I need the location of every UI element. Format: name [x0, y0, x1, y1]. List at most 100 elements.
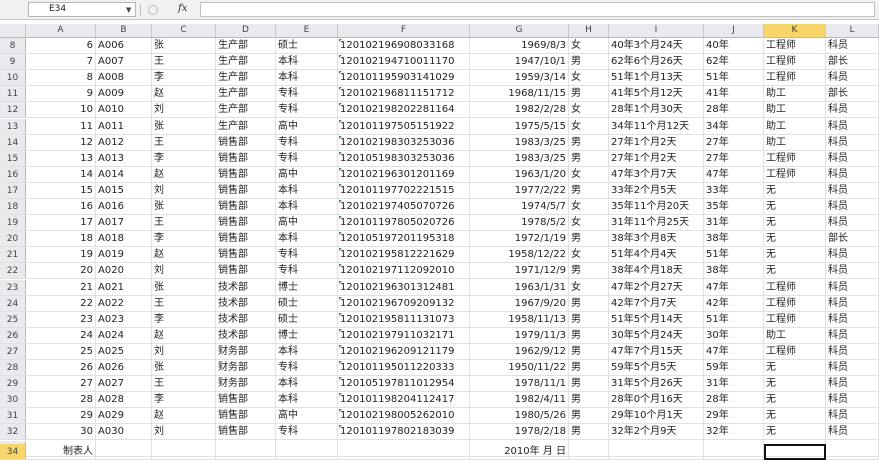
cell-l[interactable]: 科员	[828, 119, 876, 134]
cell-g[interactable]: 1978/5/2	[472, 215, 566, 230]
cell-b[interactable]: A009	[98, 86, 149, 101]
cell-a[interactable]: 25	[28, 344, 93, 359]
cell-k[interactable]: 工程师	[766, 280, 823, 295]
cell-e[interactable]: 高中	[278, 119, 335, 134]
row-header[interactable]: 32	[0, 424, 26, 440]
cell-a[interactable]: 29	[28, 408, 93, 423]
cell-b[interactable]: A020	[98, 263, 149, 278]
cell-h[interactable]: 女	[571, 38, 606, 53]
cell-f[interactable]: 120102196709209132	[340, 296, 467, 311]
cell-a[interactable]: 13	[28, 151, 93, 166]
cell-h[interactable]: 女	[571, 119, 606, 134]
cell-e[interactable]: 硕士	[278, 312, 335, 327]
cell-f[interactable]: 120101195011220333	[340, 360, 467, 375]
cell-d[interactable]: 销售部	[218, 167, 273, 182]
cell-d[interactable]: 技术部	[218, 312, 273, 327]
cell-d[interactable]: 销售部	[218, 247, 273, 262]
column-header-a[interactable]: A	[26, 24, 96, 37]
cell-b[interactable]: A011	[98, 119, 149, 134]
cell-l[interactable]: 科员	[828, 360, 876, 375]
cell-b[interactable]: A026	[98, 360, 149, 375]
cell-e[interactable]: 本科	[278, 392, 335, 407]
cell-c[interactable]: 刘	[154, 424, 213, 439]
cell-a[interactable]: 16	[28, 199, 93, 214]
cell-h[interactable]: 女	[571, 70, 606, 85]
cell-g[interactable]: 2010年 月 日	[472, 444, 566, 459]
cell-k[interactable]: 助工	[766, 102, 823, 117]
cell-g[interactable]: 1983/3/25	[472, 151, 566, 166]
cell-a[interactable]: 6	[28, 38, 93, 53]
cell-f[interactable]: 120105197201195318	[340, 231, 467, 246]
cell-g[interactable]: 1947/10/1	[472, 54, 566, 69]
cell-h[interactable]: 女	[571, 199, 606, 214]
cell-h[interactable]: 女	[571, 280, 606, 295]
cell-d[interactable]: 销售部	[218, 231, 273, 246]
cell-l[interactable]: 科员	[828, 424, 876, 439]
cell-g[interactable]: 1958/12/22	[472, 247, 566, 262]
cell-k[interactable]: 无	[766, 360, 823, 375]
cell-b[interactable]: A027	[98, 376, 149, 391]
cell-i[interactable]: 51年5个月14天	[611, 312, 701, 327]
cell-d[interactable]: 销售部	[218, 408, 273, 423]
row-header[interactable]: 29	[0, 376, 26, 392]
cell-k[interactable]: 工程师	[766, 344, 823, 359]
cell-f[interactable]: 120101198204112417	[340, 392, 467, 407]
row-header[interactable]: 13	[0, 118, 26, 134]
cell-g[interactable]: 1972/1/19	[472, 231, 566, 246]
cell-d[interactable]: 财务部	[218, 344, 273, 359]
cell-f[interactable]: 120102198303253036	[340, 135, 467, 150]
cell-g[interactable]: 1962/9/12	[472, 344, 566, 359]
cell-k[interactable]: 无	[766, 183, 823, 198]
column-header-i[interactable]: I	[609, 24, 704, 37]
cell-e[interactable]: 高中	[278, 215, 335, 230]
cell-a[interactable]: 17	[28, 215, 93, 230]
cell-k[interactable]: 无	[766, 424, 823, 439]
cell-d[interactable]: 生产部	[218, 119, 273, 134]
cell-i[interactable]: 41年5个月12天	[611, 86, 701, 101]
cell-b[interactable]: A025	[98, 344, 149, 359]
cell-a[interactable]: 22	[28, 296, 93, 311]
cell-i[interactable]: 38年3个月8天	[611, 231, 701, 246]
cell-h[interactable]: 女	[571, 215, 606, 230]
cell-l[interactable]: 科员	[828, 344, 876, 359]
cell-d[interactable]: 销售部	[218, 151, 273, 166]
cell-a[interactable]: 14	[28, 167, 93, 182]
cell-a[interactable]: 24	[28, 328, 93, 343]
cell-b[interactable]: A007	[98, 54, 149, 69]
cell-g[interactable]: 1982/2/28	[472, 102, 566, 117]
cell-h[interactable]: 男	[571, 263, 606, 278]
cell-c[interactable]: 刘	[154, 102, 213, 117]
cell-b[interactable]: A008	[98, 70, 149, 85]
cell-j[interactable]: 51年	[706, 312, 761, 327]
row-header[interactable]: 22	[0, 263, 26, 279]
cell-j[interactable]: 31年	[706, 215, 761, 230]
cell-d[interactable]: 销售部	[218, 424, 273, 439]
cell-j[interactable]: 47年	[706, 344, 761, 359]
cell-l[interactable]: 科员	[828, 70, 876, 85]
cell-k[interactable]: 工程师	[766, 70, 823, 85]
cell-a[interactable]: 30	[28, 424, 93, 439]
row-header[interactable]: 34	[0, 444, 26, 459]
cell-i[interactable]: 51年1个月13天	[611, 70, 701, 85]
cell-d[interactable]: 生产部	[218, 70, 273, 85]
cell-e[interactable]: 专科	[278, 102, 335, 117]
cell-e[interactable]: 本科	[278, 70, 335, 85]
cell-i[interactable]: 28年1个月30天	[611, 102, 701, 117]
cell-h[interactable]: 男	[571, 360, 606, 375]
cell-l[interactable]: 部长	[828, 231, 876, 246]
cell-k[interactable]: 工程师	[766, 312, 823, 327]
cell-l[interactable]: 科员	[828, 102, 876, 117]
cell-i[interactable]: 62年6个月26天	[611, 54, 701, 69]
column-header-b[interactable]: B	[96, 24, 152, 37]
cell-e[interactable]: 本科	[278, 376, 335, 391]
cell-c[interactable]: 刘	[154, 344, 213, 359]
cell-h[interactable]: 男	[571, 392, 606, 407]
cell-l[interactable]: 科员	[828, 199, 876, 214]
cell-h[interactable]: 男	[571, 54, 606, 69]
cell-l[interactable]: 科员	[828, 312, 876, 327]
cell-g[interactable]: 1950/11/22	[472, 360, 566, 375]
cell-k[interactable]: 无	[766, 376, 823, 391]
cell-f[interactable]: 120101197505151922	[340, 119, 467, 134]
cell-f[interactable]: 120102194710011170	[340, 54, 467, 69]
cell-k[interactable]: 无	[766, 392, 823, 407]
